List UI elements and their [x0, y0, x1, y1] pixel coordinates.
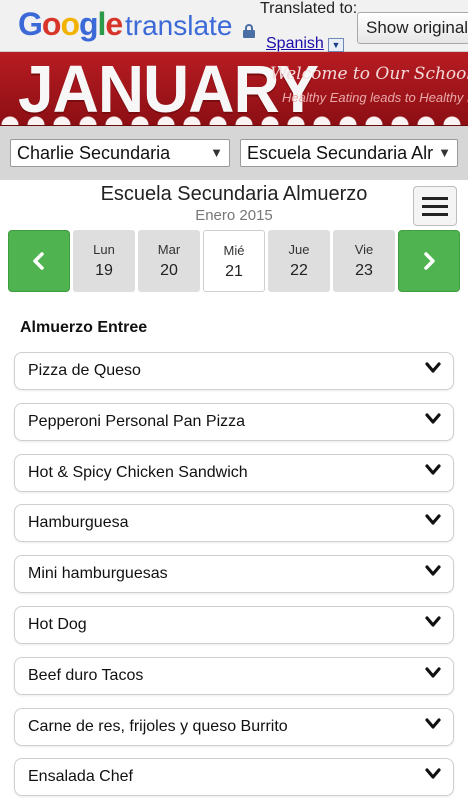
- menu-item[interactable]: Mini hamburguesas: [14, 555, 454, 593]
- month-banner: JANUARY Welcome to Our School District H…: [0, 52, 468, 126]
- day-name: Mié: [223, 243, 245, 258]
- menu-select-value: Escuela Secundaria Alr: [247, 143, 434, 163]
- chevron-down-icon[interactable]: ▼: [328, 38, 344, 52]
- selector-bar: Charlie Secundaria ▼ Escuela Secundaria …: [0, 126, 468, 180]
- school-select-value: Charlie Secundaria: [17, 143, 171, 163]
- menu-item-label: Mini hamburguesas: [28, 565, 168, 582]
- day-number: 19: [95, 262, 113, 279]
- page-title: Escuela Secundaria Almuerzo: [100, 183, 368, 205]
- day-tab-vie[interactable]: Vie 23: [333, 230, 395, 292]
- show-original-button[interactable]: Show original: [357, 12, 468, 44]
- dropdown-arrow-icon: ▼: [210, 145, 223, 160]
- previous-day-button[interactable]: [8, 230, 70, 292]
- day-number: 22: [290, 262, 308, 279]
- menu-item-label: Pepperoni Personal Pan Pizza: [28, 413, 246, 430]
- chevron-down-icon: [425, 514, 441, 528]
- translated-to-label: Translated to:: [260, 0, 358, 17]
- menu-item-label: Ensalada Chef: [28, 768, 133, 785]
- chevron-right-icon: [424, 252, 435, 270]
- day-tab-lun[interactable]: Lun 19: [73, 230, 135, 292]
- google-logo: Google: [18, 6, 123, 42]
- menu-item[interactable]: Carne de res, frijoles y queso Burrito: [14, 708, 454, 746]
- dropdown-arrow-icon: ▼: [438, 145, 451, 160]
- day-name: Vie: [354, 242, 374, 257]
- day-number: 20: [160, 262, 178, 279]
- next-day-button[interactable]: [398, 230, 460, 292]
- hamburger-menu-button[interactable]: [413, 186, 457, 226]
- menu-item-label: Hamburguesa: [28, 514, 129, 531]
- day-name: Lun: [93, 242, 115, 257]
- menu-item[interactable]: Pepperoni Personal Pan Pizza: [14, 403, 454, 441]
- month-label: Enero 2015: [195, 207, 273, 224]
- snow-decoration: [0, 113, 468, 125]
- chevron-down-icon: [425, 565, 441, 579]
- day-tab-mar[interactable]: Mar 20: [138, 230, 200, 292]
- menu-item-label: Pizza de Queso: [28, 362, 141, 379]
- menu-item[interactable]: Hot Dog: [14, 606, 454, 644]
- chevron-down-icon: [425, 362, 441, 376]
- chevron-down-icon: [425, 768, 441, 782]
- day-number: 21: [225, 263, 243, 280]
- menu-item[interactable]: Ensalada Chef: [14, 758, 454, 796]
- school-select[interactable]: Charlie Secundaria ▼: [10, 139, 230, 167]
- language-link[interactable]: Spanish: [266, 36, 324, 52]
- chevron-down-icon: [425, 616, 441, 630]
- chevron-down-icon: [425, 464, 441, 478]
- menu-item[interactable]: Hamburguesa: [14, 504, 454, 542]
- menu-item-label: Hot Dog: [28, 616, 87, 633]
- day-tab-mie[interactable]: Mié 21: [203, 230, 265, 292]
- chevron-down-icon: [425, 413, 441, 427]
- menu-item[interactable]: Beef duro Tacos: [14, 657, 454, 695]
- chevron-down-icon: [425, 718, 441, 732]
- section-heading: Almuerzo Entree: [20, 319, 148, 336]
- day-number: 23: [355, 262, 373, 279]
- menu-item[interactable]: Pizza de Queso: [14, 352, 454, 390]
- translate-wordmark: translate: [125, 10, 233, 41]
- menu-item-label: Carne de res, frijoles y queso Burrito: [28, 718, 288, 735]
- day-name: Mar: [157, 242, 181, 257]
- banner-subtitle: Healthy Eating leads to Healthy Living: [282, 90, 468, 105]
- menu-item[interactable]: Hot & Spicy Chicken Sandwich: [14, 454, 454, 492]
- chevron-down-icon: [425, 667, 441, 681]
- menu-item-label: Hot & Spicy Chicken Sandwich: [28, 464, 248, 481]
- lock-icon: [243, 24, 255, 38]
- translate-bar: Google translate Translated to: Spanish …: [0, 0, 468, 52]
- banner-welcome: Welcome to Our School District: [270, 64, 468, 84]
- menu-select[interactable]: Escuela Secundaria Alr ▼: [240, 139, 458, 167]
- day-name: Jue: [288, 242, 310, 257]
- day-tab-jue[interactable]: Jue 22: [268, 230, 330, 292]
- menu-item-label: Beef duro Tacos: [28, 667, 144, 684]
- chevron-left-icon: [33, 252, 44, 270]
